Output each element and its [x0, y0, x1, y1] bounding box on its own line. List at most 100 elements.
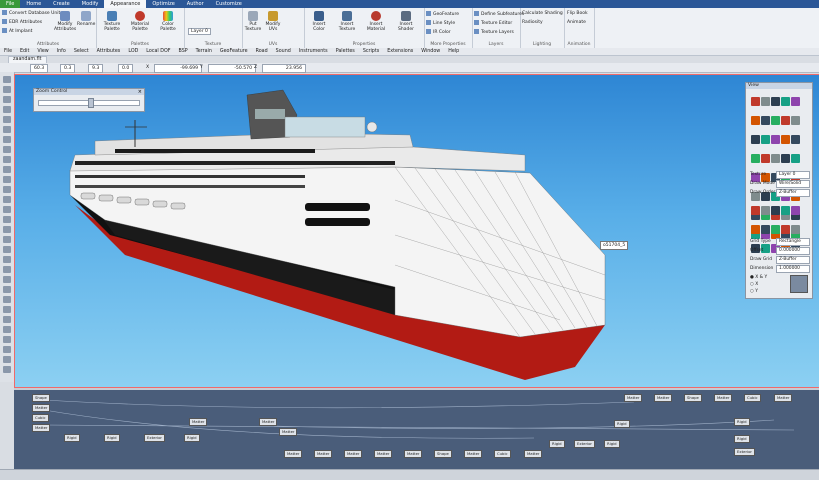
- view-tool-icon[interactable]: [771, 225, 780, 234]
- 3d-viewport[interactable]: [14, 74, 819, 388]
- tool-fit-icon[interactable]: [3, 366, 11, 373]
- tool-undo-icon[interactable]: [3, 306, 11, 313]
- grid-preview-icon[interactable]: [790, 275, 808, 293]
- modify-uvs-button[interactable]: Modify UVs: [264, 11, 282, 32]
- color-palette-button[interactable]: Color Palette: [156, 11, 180, 32]
- texture-layer-select[interactable]: Layer 0: [188, 28, 211, 35]
- line-style-button[interactable]: Line Style: [426, 20, 455, 26]
- graph-node[interactable]: Cubic: [744, 394, 761, 402]
- view-tool-icon[interactable]: [781, 135, 790, 144]
- graph-node[interactable]: Cubic: [32, 414, 49, 422]
- menu-window[interactable]: Window: [417, 49, 444, 54]
- menu-extensions[interactable]: Extensions: [383, 49, 417, 54]
- zoom-slider-handle[interactable]: [87, 98, 94, 108]
- texture-palette-button[interactable]: Texture Palette: [100, 11, 124, 32]
- close-icon[interactable]: ×: [138, 89, 142, 95]
- tool-extrude-icon[interactable]: [3, 156, 11, 163]
- axis-y-radio[interactable]: ○ Y: [750, 289, 758, 294]
- graph-node[interactable]: Shape: [32, 394, 50, 402]
- tab-modify[interactable]: Modify: [76, 0, 105, 8]
- menu-help[interactable]: Help: [444, 49, 463, 54]
- graph-node[interactable]: Matter: [284, 450, 303, 458]
- tool-snap-icon[interactable]: [3, 216, 11, 223]
- tool-vertex-icon[interactable]: [3, 126, 11, 133]
- edr-attributes-button[interactable]: EDR Attributes: [2, 19, 42, 25]
- draw-mode-select[interactable]: Wire/Solid: [776, 180, 810, 188]
- tool-split-icon[interactable]: [3, 166, 11, 173]
- coord-field-4[interactable]: 0.0: [118, 64, 134, 73]
- tool-delete-icon[interactable]: [3, 276, 11, 283]
- material-palette-button[interactable]: Material Palette: [128, 11, 152, 32]
- tool-ungroup-icon[interactable]: [3, 266, 11, 273]
- view-tool-icon[interactable]: [771, 135, 780, 144]
- tool-face-icon[interactable]: [3, 146, 11, 153]
- menu-terrain[interactable]: Terrain: [192, 49, 216, 54]
- insert-shader-button[interactable]: Insert Shader: [392, 11, 420, 32]
- tool-bevel-icon[interactable]: [3, 186, 11, 193]
- texture-editor-button[interactable]: Texture Editor: [474, 20, 512, 26]
- put-texture-button[interactable]: Put Texture: [244, 11, 262, 32]
- view-tool-icon[interactable]: [781, 206, 790, 215]
- graph-node[interactable]: Matter: [314, 450, 333, 458]
- coord-field-2[interactable]: 0.3: [60, 64, 76, 73]
- tool-orbit-icon[interactable]: [3, 356, 11, 363]
- view-tool-icon[interactable]: [791, 225, 800, 234]
- tool-grid-icon[interactable]: [3, 326, 11, 333]
- view-tool-icon[interactable]: [761, 116, 770, 125]
- view-tool-icon[interactable]: [791, 116, 800, 125]
- graph-node[interactable]: Rigid: [549, 440, 565, 448]
- tab-home[interactable]: Home: [20, 0, 47, 8]
- tool-paste-icon[interactable]: [3, 296, 11, 303]
- graph-node[interactable]: Matter: [404, 450, 423, 458]
- view-tool-icon[interactable]: [751, 206, 760, 215]
- graph-node[interactable]: Shape: [684, 394, 702, 402]
- menu-local-dof[interactable]: Local DOF: [142, 49, 174, 54]
- graph-node[interactable]: Matter: [774, 394, 793, 402]
- tool-redo-icon[interactable]: [3, 316, 11, 323]
- tool-pan-icon[interactable]: [3, 346, 11, 353]
- tool-measure-icon[interactable]: [3, 226, 11, 233]
- view-tool-icon[interactable]: [751, 97, 760, 106]
- menu-scripts[interactable]: Scripts: [359, 49, 383, 54]
- axis-xy-radio[interactable]: ● X & Y: [750, 275, 767, 280]
- flip-book-button[interactable]: Flip Book: [567, 11, 588, 16]
- graph-node[interactable]: Matter: [189, 418, 208, 426]
- view-tool-icon[interactable]: [761, 97, 770, 106]
- tool-light-icon[interactable]: [3, 236, 11, 243]
- graph-node[interactable]: Matter: [714, 394, 733, 402]
- graph-node[interactable]: Matter: [374, 450, 393, 458]
- tool-rotate-icon[interactable]: [3, 96, 11, 103]
- graph-node[interactable]: Cubic: [494, 450, 511, 458]
- insert-texture-button[interactable]: Insert Texture: [334, 11, 360, 32]
- z-coordinate-field[interactable]: 23.956: [262, 64, 306, 73]
- axis-x-radio[interactable]: ○ X: [750, 282, 758, 287]
- view-tool-icon[interactable]: [761, 206, 770, 215]
- tool-select-icon[interactable]: [3, 76, 11, 83]
- graph-node[interactable]: Matter: [524, 450, 543, 458]
- tab-create[interactable]: Create: [47, 0, 76, 8]
- coord-field-3[interactable]: 9.3: [88, 64, 104, 73]
- define-subfeatures-button[interactable]: Define Subfeatures: [474, 11, 524, 17]
- grid-type-select[interactable]: Rectangle: [776, 238, 810, 246]
- graph-node[interactable]: Matter: [464, 450, 483, 458]
- draw-order-select[interactable]: Z-Buffer: [776, 189, 810, 197]
- tab-customize[interactable]: Customize: [210, 0, 248, 8]
- view-tool-icon[interactable]: [791, 154, 800, 163]
- implant-button[interactable]: At Implant: [2, 28, 32, 34]
- tab-file[interactable]: File: [0, 0, 21, 8]
- view-tool-icon[interactable]: [781, 154, 790, 163]
- menu-road[interactable]: Road: [252, 49, 272, 54]
- graph-node[interactable]: Rigid: [734, 418, 750, 426]
- view-tool-icon[interactable]: [771, 97, 780, 106]
- graph-node[interactable]: Matter: [279, 428, 298, 436]
- graph-node[interactable]: Rigid: [604, 440, 620, 448]
- tool-merge-icon[interactable]: [3, 176, 11, 183]
- tool-zoom-icon[interactable]: [3, 336, 11, 343]
- graph-node[interactable]: Matter: [32, 404, 51, 412]
- menu-attributes[interactable]: Attributes: [93, 49, 125, 54]
- texture-select[interactable]: Layer 0: [776, 171, 810, 179]
- modify-attributes-button[interactable]: Modify Attributes: [54, 11, 76, 32]
- view-tool-icon[interactable]: [781, 116, 790, 125]
- document-tab[interactable]: zaandam.flt: [8, 56, 47, 63]
- tool-cut-icon[interactable]: [3, 196, 11, 203]
